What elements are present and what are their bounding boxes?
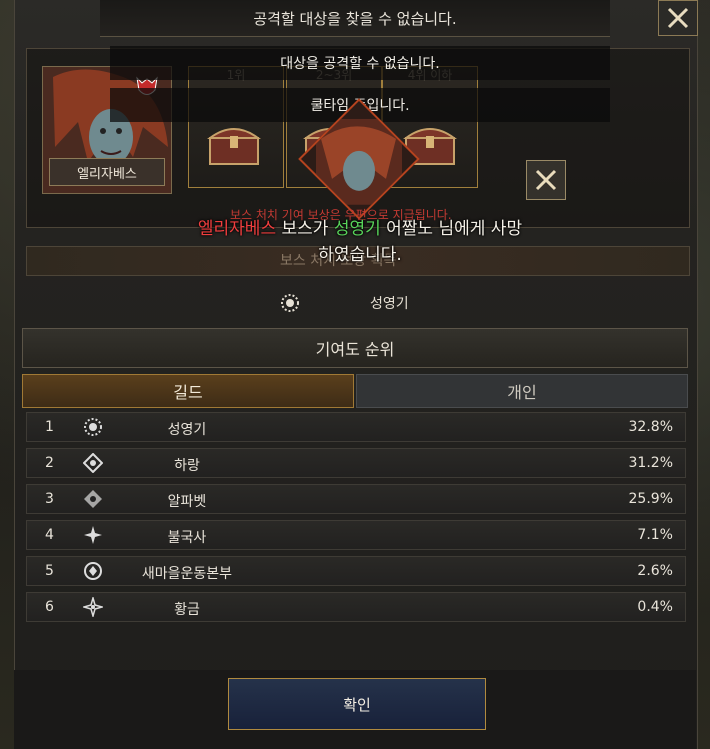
contribution-percent: 2.6% (637, 563, 673, 579)
ranking-list: 1 성영기 32.8% 2 하랑 31.2% 3 알파벳 25.9% 4 불국사… (26, 412, 686, 628)
contribution-percent: 32.8% (628, 419, 673, 435)
killer-guild-row: 성영기 (280, 293, 409, 313)
guild-emblem-icon (281, 294, 299, 312)
rank-number: 4 (45, 527, 54, 543)
ranking-row: 1 성영기 32.8% (26, 412, 686, 442)
confirm-label: 확인 (343, 695, 371, 714)
guild-emblem-icon (84, 526, 102, 544)
contribution-ranking-title: 기여도 순위 (22, 328, 688, 368)
contribution-percent: 31.2% (628, 455, 673, 471)
ranking-row: 4 불국사 7.1% (26, 520, 686, 550)
tab-guild-label: 길드 (173, 383, 203, 402)
rank-number: 5 (45, 563, 54, 579)
message-second-text: 대상을 공격할 수 없습니다. (280, 56, 440, 72)
death-text-3: 하였습니다. (318, 245, 402, 265)
message-top-text: 공격할 대상을 찾을 수 없습니다. (253, 9, 457, 28)
tab-guild[interactable]: 길드 (22, 374, 354, 408)
rank-number: 1 (45, 419, 54, 435)
tab-personal-label: 개인 (507, 383, 537, 402)
boss-death-message: 엘리자베스 보스가 성영기 어짤노 님에게 사망 하였습니다. (150, 216, 570, 268)
guild-name: 새마을운동본부 (141, 566, 233, 582)
death-guild-name: 성영기 (333, 219, 381, 239)
ranking-row: 6 황금 0.4% (26, 592, 686, 622)
guild-name: 불국사 (167, 530, 207, 546)
death-text-1: 보스가 (276, 219, 334, 239)
guild-name: 알파벳 (167, 494, 207, 510)
close-button[interactable] (658, 0, 698, 36)
ranking-row: 5 새마을운동본부 2.6% (26, 556, 686, 586)
guild-emblem-icon (84, 418, 102, 436)
guild-emblem-icon (83, 453, 103, 473)
rank-number: 3 (45, 491, 54, 507)
boss-name-label: 엘리자베스 (49, 158, 165, 186)
guild-emblem-icon (84, 490, 102, 508)
rank-number: 2 (45, 455, 54, 471)
guild-name: 하랑 (174, 458, 200, 474)
close-icon (667, 7, 689, 29)
rank-number: 6 (45, 599, 54, 615)
section-title-text: 기여도 순위 (315, 340, 395, 359)
system-message-top: 공격할 대상을 찾을 수 없습니다. (100, 0, 610, 37)
tab-personal[interactable]: 개인 (356, 374, 688, 408)
guild-emblem-icon (83, 597, 103, 617)
contribution-percent: 7.1% (637, 527, 673, 543)
contribution-percent: 25.9% (628, 491, 673, 507)
confirm-button[interactable]: 확인 (228, 678, 486, 730)
contribution-percent: 0.4% (637, 599, 673, 615)
guild-name: 황금 (174, 602, 200, 618)
death-text-2: 어짤노 님에게 사망 (380, 219, 523, 239)
treasure-chest-icon (206, 128, 262, 165)
close-icon (535, 169, 557, 191)
killer-guild-name: 성영기 (370, 296, 409, 312)
system-message-second: 대상을 공격할 수 없습니다. (110, 46, 610, 80)
dismiss-button[interactable] (526, 160, 566, 200)
ranking-row: 2 하랑 31.2% (26, 448, 686, 478)
guild-emblem-icon (84, 562, 102, 580)
guild-name: 성영기 (167, 422, 207, 438)
ranking-row: 3 알파벳 25.9% (26, 484, 686, 514)
death-boss-name: 엘리자베스 (197, 219, 277, 239)
